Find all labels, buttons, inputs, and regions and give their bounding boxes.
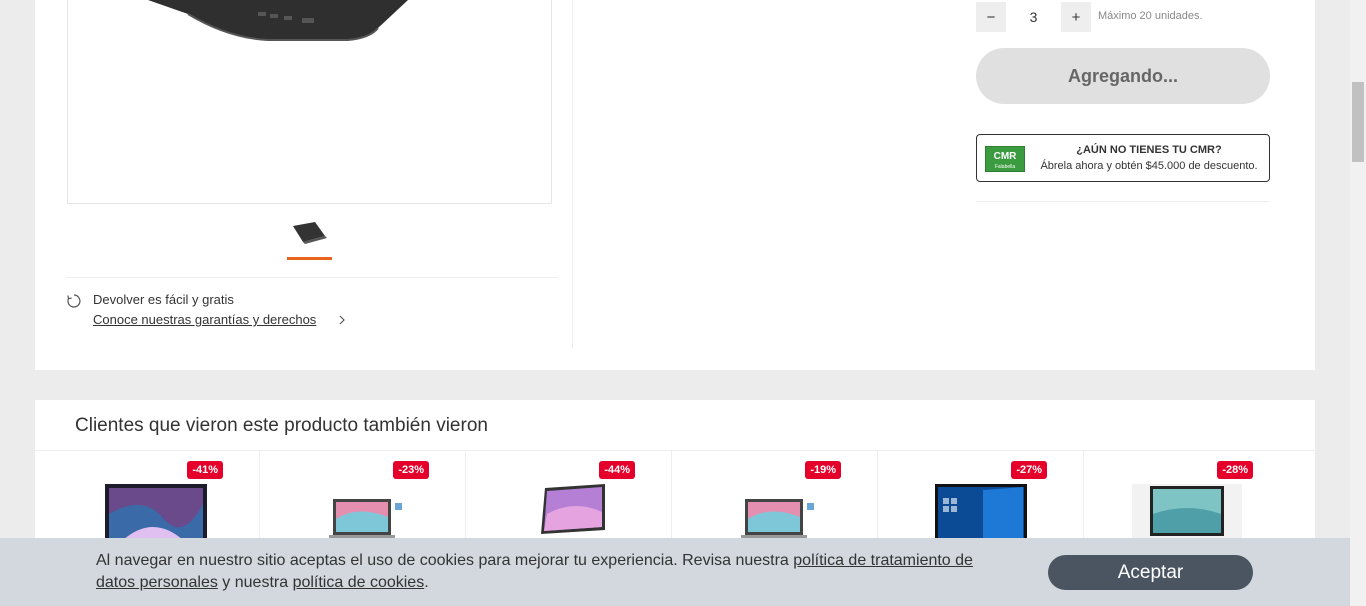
increase-quantity-button[interactable]: + <box>1061 2 1091 32</box>
thumbnail-item[interactable] <box>287 216 332 260</box>
cookie-message: Al navegar en nuestro sitio aceptas el u… <box>96 550 1016 594</box>
cmr-promo-banner[interactable]: CMR Falabella ¿AÚN NO TIENES TU CMR? Ábr… <box>976 134 1270 182</box>
decrease-quantity-button[interactable]: − <box>976 2 1006 32</box>
cookie-consent-bar: Al navegar en nuestro sitio aceptas el u… <box>0 538 1350 606</box>
discount-badge: -44% <box>599 461 635 479</box>
product-image-frame <box>67 0 552 204</box>
page-scrollbar[interactable] <box>1350 0 1366 606</box>
returns-text: Devolver es fácil y gratis <box>93 292 234 307</box>
cmr-logo-subtext: Falabella <box>994 164 1016 170</box>
section-title: Clientes que vieron este producto tambié… <box>75 415 488 436</box>
discount-badge: -19% <box>805 461 841 479</box>
cookie-text-part: Al navegar en nuestro sitio aceptas el u… <box>96 552 794 569</box>
divider <box>67 277 557 278</box>
chevron-right-icon[interactable] <box>337 314 347 326</box>
product-image[interactable] <box>108 0 448 42</box>
accept-cookies-button[interactable]: Aceptar <box>1048 555 1253 590</box>
cmr-logo: CMR Falabella <box>985 146 1025 172</box>
discount-badge: -28% <box>1217 461 1253 479</box>
guarantees-link[interactable]: Conoce nuestras garantías y derechos <box>93 312 316 327</box>
product-thumbnail <box>328 499 402 538</box>
thumbnail-active-indicator <box>287 257 332 260</box>
add-to-cart-button[interactable]: Agregando... <box>976 48 1270 104</box>
discount-badge: -41% <box>187 461 223 479</box>
product-thumbnail <box>540 484 605 534</box>
discount-badge: -27% <box>1011 461 1047 479</box>
cmr-title: ¿AÚN NO TIENES TU CMR? <box>1076 144 1222 156</box>
max-units-note: Máximo 20 unidades. <box>1098 10 1203 22</box>
product-thumbnail <box>1131 484 1242 540</box>
quantity-value[interactable]: 3 <box>1006 2 1061 32</box>
product-thumbnail <box>740 499 814 538</box>
product-thumbnail <box>934 484 1027 540</box>
cmr-logo-text: CMR <box>993 151 1017 162</box>
cookie-text-part: . <box>424 574 429 591</box>
cookie-text-part: y nuestra <box>217 574 293 591</box>
cmr-subtitle: Ábrela ahora y obtén $45.000 de descuent… <box>1040 160 1258 172</box>
cookie-policy-link[interactable]: política de cookies <box>293 574 425 591</box>
divider <box>976 201 1270 202</box>
product-panel: Devolver es fácil y gratis Conoce nuestr… <box>35 0 1315 370</box>
scrollbar-thumb[interactable] <box>1352 82 1364 162</box>
divider <box>572 0 573 348</box>
laptop-thumbnail-icon <box>293 222 327 244</box>
product-thumbnail <box>105 484 207 540</box>
discount-badge: -23% <box>393 461 429 479</box>
return-arrow-icon <box>67 294 81 308</box>
